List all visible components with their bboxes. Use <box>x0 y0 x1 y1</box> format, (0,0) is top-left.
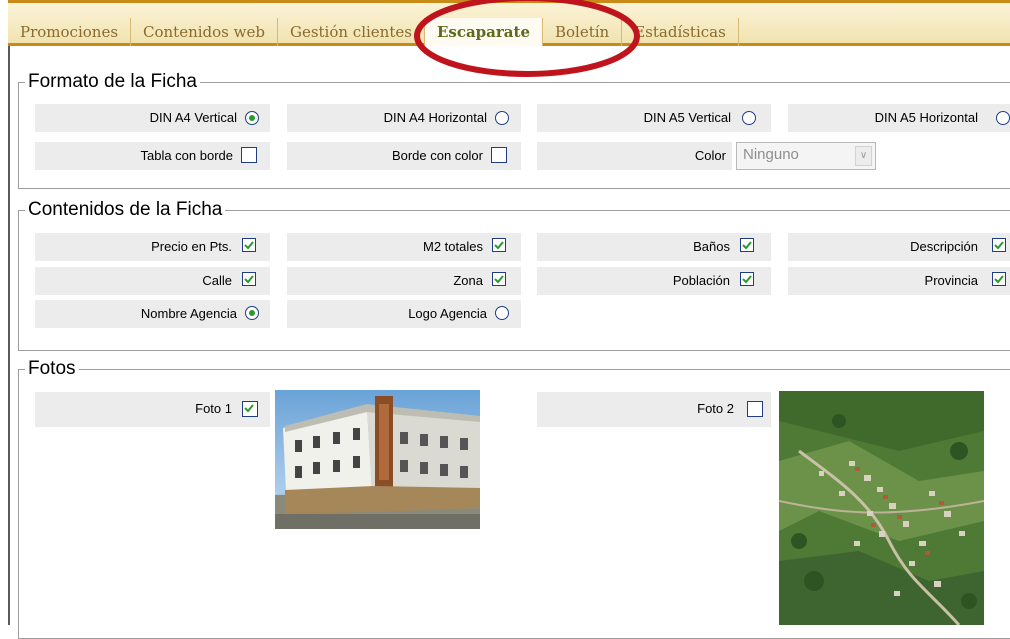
color-select[interactable]: Ninguno ∨ <box>736 142 876 170</box>
foto2-aerial-village-image <box>779 391 984 625</box>
banos-checkbox[interactable] <box>740 238 754 252</box>
tab-boletin[interactable]: Boletín <box>543 18 623 46</box>
foto2-checkbox[interactable] <box>747 401 763 417</box>
zona-checkbox[interactable] <box>492 272 506 286</box>
color-select-value: Ninguno <box>743 146 799 163</box>
tab-contenidos-web[interactable]: Contenidos web <box>131 18 278 46</box>
tabla-con-borde-checkbox[interactable] <box>241 147 257 163</box>
foto1-checkbox[interactable] <box>242 401 258 417</box>
din-a5-horizontal-label: DIN A5 Horizontal <box>874 110 978 125</box>
borde-con-color-checkbox[interactable] <box>491 147 507 163</box>
din-a4-horizontal-label: DIN A4 Horizontal <box>383 110 487 125</box>
top-tab-bar: Promociones Contenidos web Gestión clien… <box>8 0 1010 46</box>
din-a5-vertical-radio[interactable] <box>742 111 756 125</box>
precio-label: Precio en Pts. <box>151 239 232 254</box>
formato-legend: Formato de la Ficha <box>25 71 200 93</box>
din-a4-vertical-radio[interactable] <box>245 111 259 125</box>
contenidos-legend: Contenidos de la Ficha <box>25 199 226 221</box>
poblacion-label: Población <box>672 273 730 288</box>
descripcion-checkbox[interactable] <box>992 238 1006 252</box>
m2-label: M2 totales <box>423 239 483 254</box>
precio-checkbox[interactable] <box>242 238 256 252</box>
foto1-building-image <box>275 390 480 529</box>
m2-checkbox[interactable] <box>492 238 506 252</box>
tab-gestion-clientes[interactable]: Gestión clientes <box>278 18 425 46</box>
page-left-border <box>8 46 10 625</box>
din-a5-horizontal-radio[interactable] <box>996 111 1010 125</box>
calle-label: Calle <box>202 273 232 288</box>
tab-escaparate[interactable]: Escaparate <box>424 18 543 46</box>
logo-agencia-radio[interactable] <box>495 306 509 320</box>
color-label: Color <box>694 148 726 163</box>
banos-label: Baños <box>693 239 730 254</box>
zona-label: Zona <box>453 273 483 288</box>
foto1-label: Foto 1 <box>195 401 232 416</box>
fotos-legend: Fotos <box>25 358 79 380</box>
borde-con-color-label: Borde con color <box>391 148 483 163</box>
calle-checkbox[interactable] <box>242 272 256 286</box>
nombre-agencia-radio[interactable] <box>245 306 259 320</box>
logo-agencia-label: Logo Agencia <box>408 306 487 321</box>
nombre-agencia-label: Nombre Agencia <box>140 306 237 321</box>
poblacion-checkbox[interactable] <box>740 272 754 286</box>
formato-section: Formato de la Ficha <box>18 71 1010 189</box>
provincia-label: Provincia <box>924 273 978 288</box>
foto2-label: Foto 2 <box>697 401 734 416</box>
din-a4-horizontal-radio[interactable] <box>495 111 509 125</box>
tab-list: Promociones Contenidos web Gestión clien… <box>8 18 739 46</box>
tabla-con-borde-label: Tabla con borde <box>140 148 233 163</box>
tab-promociones[interactable]: Promociones <box>8 18 132 46</box>
provincia-checkbox[interactable] <box>992 272 1006 286</box>
descripcion-label: Descripción <box>910 239 978 254</box>
din-a4-vertical-label: DIN A4 Vertical <box>149 110 237 125</box>
din-a5-vertical-label: DIN A5 Vertical <box>643 110 731 125</box>
tab-estadisticas[interactable]: Estadísticas <box>622 18 739 46</box>
chevron-down-icon: ∨ <box>855 146 872 166</box>
